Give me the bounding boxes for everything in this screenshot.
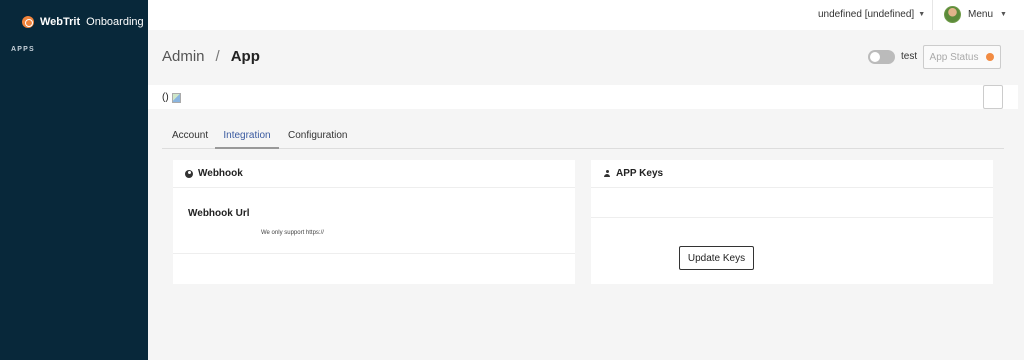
webhook-url-hint: We only support https://	[261, 230, 324, 236]
user-label: undefined [undefined]	[818, 9, 915, 20]
status-dot-icon	[986, 53, 995, 61]
app-keys-card: APP Keys Update Keys	[591, 160, 993, 284]
tab-bar: Account Integration Configuration	[162, 125, 1004, 149]
user-icon	[603, 169, 611, 178]
divider	[932, 0, 933, 30]
webhook-url-label: Webhook Url	[188, 208, 250, 219]
tab-integration[interactable]: Integration	[215, 125, 279, 149]
user-circle-icon	[185, 169, 193, 178]
square-button[interactable]	[983, 85, 1003, 109]
divider	[173, 253, 575, 254]
breadcrumb: Admin / App	[162, 48, 260, 65]
toggle-label: test	[901, 51, 918, 62]
app-info-strip: ()	[148, 85, 1018, 109]
app-keys-card-header: APP Keys	[591, 160, 993, 188]
app-status-button[interactable]: App Status	[923, 45, 1001, 69]
menu-label: Menu	[968, 9, 994, 20]
sidebar-heading-apps: APPS	[11, 46, 35, 53]
avatar	[944, 6, 961, 23]
chevron-down-icon: ▼	[918, 11, 926, 18]
page-title: App	[230, 48, 260, 65]
webhook-card: Webhook Webhook Url We only support http…	[173, 160, 575, 284]
app-info-text: ()	[162, 92, 169, 103]
user-dropdown[interactable]: undefined [undefined] ▼	[818, 9, 925, 20]
menu-button[interactable]: Menu ▼	[944, 6, 1007, 23]
breadcrumb-separator: /	[215, 48, 220, 65]
tab-account[interactable]: Account	[172, 125, 208, 149]
webhook-card-header: Webhook	[173, 160, 575, 188]
sidebar: WebTrit Onboarding APPS	[0, 0, 148, 360]
test-toggle[interactable]	[868, 50, 895, 64]
app-keys-card-title: APP Keys	[616, 168, 664, 179]
brand-name: WebTrit	[40, 16, 81, 28]
app-info: ()	[162, 92, 181, 103]
webtrit-logo-icon	[22, 16, 34, 28]
breadcrumb-admin[interactable]: Admin	[162, 48, 205, 65]
app-status-label: App Status	[929, 51, 979, 63]
brand-subtitle: Onboarding	[86, 16, 144, 28]
tab-configuration[interactable]: Configuration	[288, 125, 347, 149]
broken-image-icon	[171, 92, 181, 103]
brand[interactable]: WebTrit Onboarding	[22, 16, 144, 28]
update-keys-button[interactable]: Update Keys	[679, 246, 754, 270]
webhook-card-title: Webhook	[198, 168, 243, 179]
top-bar: undefined [undefined] ▼ Menu ▼	[148, 0, 1024, 30]
divider	[591, 217, 993, 218]
chevron-down-icon: ▼	[1000, 11, 1007, 18]
